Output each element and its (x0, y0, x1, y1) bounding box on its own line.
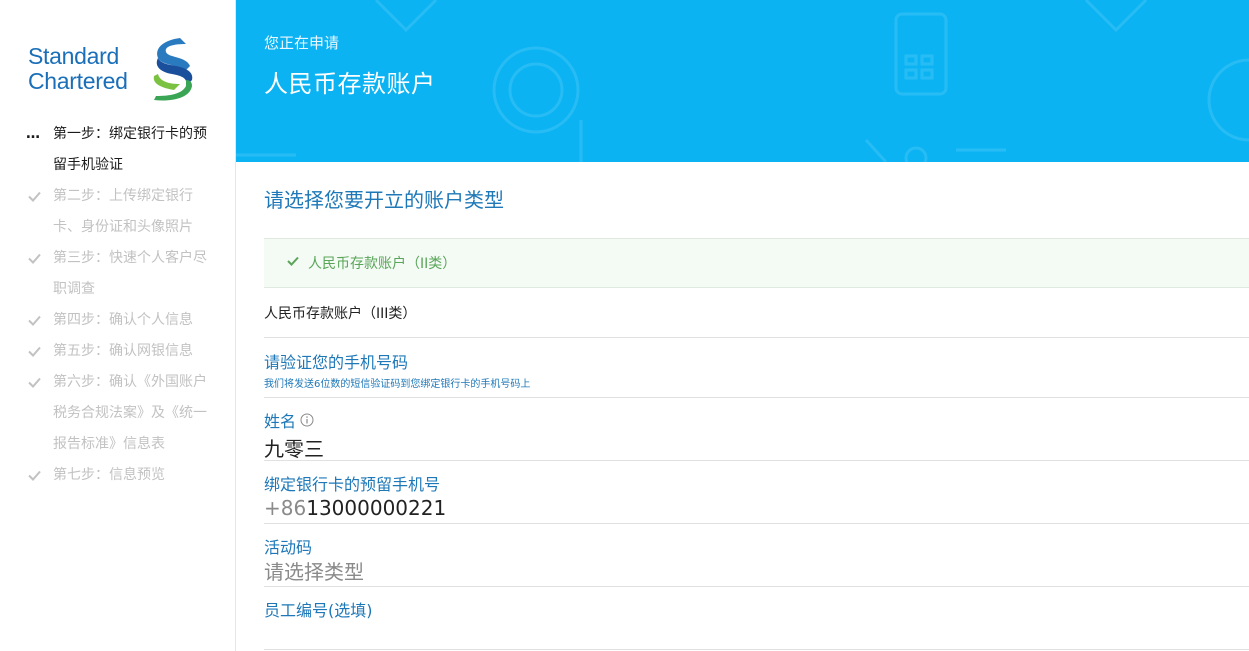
check-icon (28, 470, 41, 481)
phone-number: 13000000221 (306, 496, 447, 520)
verify-phone-description: 我们将发送6位数的短信验证码到您绑定银行卡的手机号码上 (264, 379, 531, 390)
name-value: 九零三 (264, 437, 324, 461)
banner-title: 人民币存款账户 (264, 70, 436, 98)
phone-label: 绑定银行卡的预留手机号 (264, 475, 441, 494)
step-label: 第四步：确认个人信息 (53, 312, 193, 328)
phone-country-code: +86 (264, 496, 307, 520)
brand-wordmark: Standard Chartered (28, 44, 128, 94)
account-option-iii[interactable]: 人民币存款账户（III类） (264, 288, 1249, 338)
brand-logo[interactable]: Standard Chartered (28, 36, 198, 106)
account-option-ii[interactable]: 人民币存款账户（II类） (264, 238, 1249, 288)
check-icon (287, 256, 299, 266)
check-icon (28, 315, 41, 326)
step-2[interactable]: 第二步：上传绑定银行卡、身份证和头像照片 (24, 181, 214, 243)
account-option-label: 人民币存款账户（III类） (264, 306, 417, 322)
employee-id-label: 员工编号(选填) (264, 601, 373, 620)
name-label-text: 姓名 (264, 412, 297, 431)
step-5[interactable]: 第五步：确认网银信息 (24, 336, 214, 367)
check-icon (28, 253, 41, 264)
main-content: 请选择您要开立的账户类型 人民币存款账户（II类） 人民币存款账户（III类） … (236, 162, 1249, 651)
step-7[interactable]: 第七步：信息预览 (24, 460, 214, 491)
standard-chartered-swoosh-icon (153, 38, 193, 101)
step-label: 第五步：确认网银信息 (53, 343, 193, 359)
name-label: 姓名 (264, 408, 314, 432)
brand-line-1: Standard (28, 43, 119, 69)
ellipsis-icon: … (26, 126, 40, 142)
info-icon[interactable] (300, 413, 314, 427)
step-label: 第三步：快速个人客户尽职调查 (53, 250, 207, 297)
phone-field: 绑定银行卡的预留手机号 +8613000000221 (264, 460, 1249, 523)
step-4[interactable]: 第四步：确认个人信息 (24, 305, 214, 336)
activity-code-label: 活动码 (264, 538, 313, 557)
check-icon (28, 377, 41, 388)
check-icon (28, 346, 41, 357)
sidebar: Standard Chartered … 第一步：绑定银行卡的预留手机验证 第二… (0, 0, 236, 651)
employee-id-field[interactable]: 员工编号(选填) (264, 586, 1249, 650)
step-label: 第一步：绑定银行卡的预留手机验证 (53, 126, 207, 173)
step-1[interactable]: … 第一步：绑定银行卡的预留手机验证 (24, 119, 214, 181)
step-3[interactable]: 第三步：快速个人客户尽职调查 (24, 243, 214, 305)
name-field: 姓名 九零三 (264, 397, 1249, 461)
account-type-title: 请选择您要开立的账户类型 (264, 188, 504, 212)
brand-line-2: Chartered (28, 68, 128, 94)
step-label: 第七步：信息预览 (53, 467, 165, 483)
check-icon (28, 191, 41, 202)
progress-steps: … 第一步：绑定银行卡的预留手机验证 第二步：上传绑定银行卡、身份证和头像照片 … (24, 119, 214, 491)
step-label: 第六步：确认《外国账户税务合规法案》及《统一报告标准》信息表 (53, 374, 207, 452)
account-option-label: 人民币存款账户（II类） (308, 256, 457, 272)
phone-value-row: +8613000000221 (264, 496, 446, 520)
banner-subtitle: 您正在申请 (264, 34, 340, 52)
step-label: 第二步：上传绑定银行卡、身份证和头像照片 (53, 188, 193, 235)
activity-code-field[interactable]: 活动码 请选择类型 (264, 523, 1249, 586)
activity-code-select[interactable]: 请选择类型 (264, 556, 364, 585)
step-6[interactable]: 第六步：确认《外国账户税务合规法案》及《统一报告标准》信息表 (24, 367, 214, 460)
verify-phone-title: 请验证您的手机号码 (264, 353, 409, 372)
header-banner: 您正在申请 人民币存款账户 (236, 0, 1249, 162)
